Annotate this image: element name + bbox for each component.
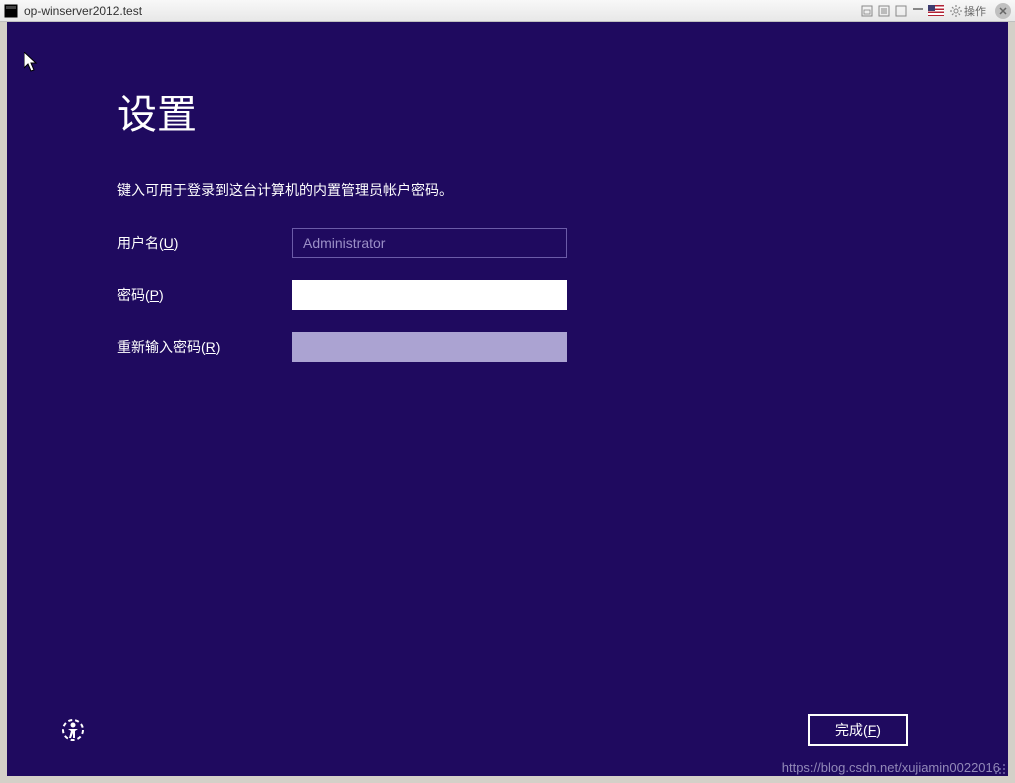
watermark: https://blog.csdn.net/xujiamin0022016 <box>782 760 1000 775</box>
confirm-password-input[interactable] <box>292 332 567 362</box>
setup-screen: 设置 键入可用于登录到这台计算机的内置管理员帐户密码。 用户名(U) 密码(P)… <box>7 22 1008 776</box>
window-control-icon[interactable] <box>877 4 891 18</box>
window-control-icon[interactable] <box>894 4 908 18</box>
window-titlebar: op-winserver2012.test 操作 <box>0 0 1015 22</box>
page-title: 设置 <box>117 82 1008 140</box>
titlebar-controls: 操作 <box>860 3 1011 19</box>
close-button[interactable] <box>995 3 1011 19</box>
bottom-bar: 完成(F) <box>7 714 1008 746</box>
password-input[interactable] <box>292 280 567 310</box>
username-input <box>292 228 567 258</box>
confirm-password-label: 重新输入密码(R) <box>117 337 292 357</box>
confirm-password-row: 重新输入密码(R) <box>117 332 1008 362</box>
action-label: 操作 <box>964 3 986 19</box>
password-row: 密码(P) <box>117 280 1008 310</box>
username-label: 用户名(U) <box>117 233 292 253</box>
window-control-icon[interactable] <box>911 4 925 18</box>
password-label: 密码(P) <box>117 285 292 305</box>
app-icon <box>4 4 18 18</box>
username-row: 用户名(U) <box>117 228 1008 258</box>
accessibility-icon[interactable] <box>57 714 89 746</box>
page-subtitle: 键入可用于登录到这台计算机的内置管理员帐户密码。 <box>117 180 1008 200</box>
window-title: op-winserver2012.test <box>24 4 860 18</box>
action-menu[interactable]: 操作 <box>947 3 989 19</box>
finish-button[interactable]: 完成(F) <box>808 714 908 746</box>
flag-icon[interactable] <box>928 5 944 16</box>
window-control-icon[interactable] <box>860 4 874 18</box>
